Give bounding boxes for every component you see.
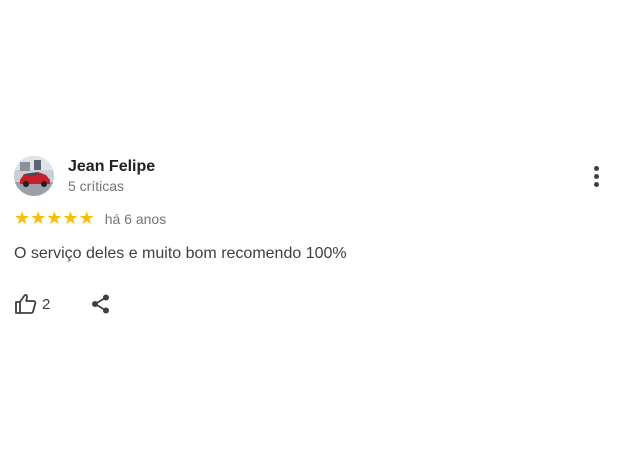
star-icon: ★ — [78, 208, 95, 229]
author-review-count[interactable]: 5 críticas — [68, 178, 124, 194]
avatar[interactable] — [14, 156, 54, 196]
more-options-button[interactable] — [588, 164, 604, 192]
star-icon: ★ — [62, 208, 79, 229]
review-text: O serviço deles e muito bom recomendo 10… — [14, 245, 347, 262]
thumb-up-icon — [15, 294, 37, 314]
star-icon: ★ — [14, 208, 31, 229]
rating-row: ★ ★ ★ ★ ★ há 6 anos — [14, 209, 166, 229]
more-vert-icon-dot — [594, 182, 599, 187]
review-actions: 2 — [14, 291, 112, 317]
like-button[interactable]: 2 — [14, 292, 50, 316]
review-card: Jean Felipe 5 críticas ★ ★ ★ ★ ★ há 6 an… — [14, 155, 610, 314]
review-header: Jean Felipe 5 críticas — [14, 155, 610, 197]
share-icon — [92, 294, 110, 314]
review-date: há 6 anos — [104, 211, 167, 227]
more-vert-icon-dot — [594, 174, 599, 179]
author-name[interactable]: Jean Felipe — [68, 158, 155, 176]
star-icon: ★ — [30, 208, 47, 229]
page: Jean Felipe 5 críticas ★ ★ ★ ★ ★ há 6 an… — [0, 0, 620, 469]
star-icon: ★ — [46, 208, 63, 229]
like-count: 2 — [42, 295, 51, 313]
star-rating: ★ ★ ★ ★ ★ — [14, 210, 95, 228]
more-vert-icon — [594, 166, 599, 171]
share-button[interactable] — [90, 293, 112, 315]
